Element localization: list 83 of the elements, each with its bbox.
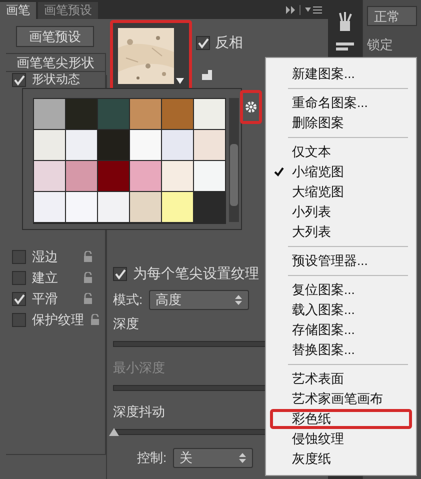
menu-item[interactable]: 大列表 [270, 222, 412, 242]
pattern-swatch[interactable] [162, 161, 193, 191]
blend-mode-dropdown[interactable]: 正常 [367, 6, 417, 26]
pattern-swatch[interactable] [98, 192, 129, 222]
pattern-swatch[interactable] [130, 130, 161, 160]
menu-item[interactable]: 小缩览图 [270, 162, 412, 182]
pattern-swatch[interactable] [66, 99, 97, 129]
menu-item[interactable]: 替换图案... [270, 340, 412, 360]
menu-item[interactable]: 预设管理器... [270, 251, 412, 271]
check-icon [197, 37, 209, 49]
checkbox[interactable] [12, 312, 26, 326]
pattern-swatch[interactable] [162, 192, 193, 222]
invert-label: 反相 [215, 34, 243, 52]
check-icon [13, 292, 25, 304]
pattern-swatch[interactable] [130, 99, 161, 129]
pattern-swatch[interactable] [66, 161, 97, 191]
panel-menu-icon[interactable] [284, 4, 324, 14]
lock-icon[interactable] [83, 292, 93, 304]
menu-item[interactable]: 艺术家画笔画布 [270, 389, 412, 409]
option-label: 建立 [32, 268, 59, 286]
updown-arrows-icon [238, 453, 246, 463]
depth-jitter-label: 深度抖动 [113, 403, 165, 421]
pattern-swatch[interactable] [194, 130, 225, 160]
pattern-swatch[interactable] [34, 99, 65, 129]
pattern-swatch[interactable] [162, 99, 193, 129]
mode-dropdown[interactable]: 高度 [148, 290, 249, 310]
check-icon [114, 268, 126, 280]
pattern-swatch[interactable] [162, 130, 193, 160]
pattern-swatch[interactable] [34, 161, 65, 191]
checkbox[interactable] [12, 270, 26, 284]
checkbox[interactable] [113, 267, 127, 281]
checkbox[interactable] [12, 250, 26, 264]
menu-item[interactable]: 小列表 [270, 202, 412, 222]
pattern-swatch[interactable] [34, 130, 65, 160]
option-label: 保护纹理 [32, 310, 84, 328]
panel-tab[interactable]: 画笔预设 [38, 2, 98, 19]
depth-label: 深度 [113, 315, 139, 333]
lock-label: 锁定 [367, 36, 394, 54]
option-label: 湿边 [32, 248, 59, 266]
menu-item[interactable]: 艺术表面 [270, 369, 412, 389]
pattern-swatch[interactable] [194, 161, 225, 191]
menu-item[interactable]: 灰度纸 [270, 449, 412, 469]
pattern-swatch[interactable] [98, 130, 129, 160]
lock-icon[interactable] [83, 272, 93, 284]
pattern-swatch[interactable] [98, 99, 129, 129]
menu-item[interactable]: 复位图案... [270, 280, 412, 300]
menu-item[interactable]: 仅文本 [270, 142, 412, 162]
menu-item[interactable]: 存储图案... [270, 320, 412, 340]
lock-icon[interactable] [90, 314, 100, 326]
menu-item[interactable]: 新建图案... [270, 64, 412, 84]
checkbox[interactable] [12, 292, 26, 306]
pattern-swatch[interactable] [66, 192, 97, 222]
pattern-swatch[interactable] [66, 130, 97, 160]
updown-arrows-icon [234, 295, 242, 305]
pattern-swatch[interactable] [130, 192, 161, 222]
menu-item[interactable]: 载入图案... [270, 300, 412, 320]
menu-item[interactable]: 重命名图案... [270, 93, 412, 113]
checkbox[interactable] [196, 36, 210, 50]
menu-item[interactable]: 大缩览图 [270, 182, 412, 202]
option-label: 为每个笔尖设置纹理 [133, 265, 259, 283]
brush-tip-shape-item[interactable]: 画笔笔尖形状 [6, 54, 105, 72]
menu-item[interactable]: 彩色纸 [270, 409, 412, 429]
option-label: 形状动态 [32, 73, 81, 86]
lock-icon[interactable] [83, 250, 93, 262]
mode-label: 模式: [113, 291, 143, 309]
pattern-swatch[interactable] [98, 161, 129, 191]
gear-icon [245, 101, 257, 113]
control-dropdown[interactable]: 关 [172, 448, 253, 468]
pattern-swatch[interactable] [34, 192, 65, 222]
pattern-swatch[interactable] [130, 161, 161, 191]
option-label: 平滑 [32, 290, 59, 308]
control-label: 控制: [137, 449, 167, 467]
panel-tab[interactable]: 画笔 [0, 2, 36, 19]
brush-presets-button[interactable]: 画笔预设 [16, 26, 94, 47]
pattern-swatch[interactable] [194, 99, 225, 129]
settings-button[interactable] [240, 90, 262, 124]
scrollbar[interactable] [229, 98, 239, 222]
caret-icon [176, 78, 184, 84]
check-icon [13, 74, 25, 86]
new-preset-icon[interactable] [202, 70, 212, 80]
menu-item[interactable]: 侵蚀纹理 [270, 429, 412, 449]
checkbox[interactable] [12, 73, 26, 87]
menu-item[interactable]: 删除图案 [270, 113, 412, 133]
